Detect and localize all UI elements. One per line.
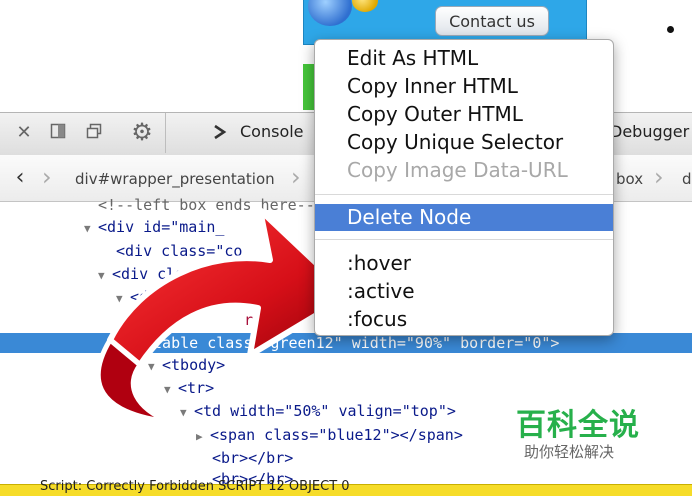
menu-item-active[interactable]: :active <box>347 279 415 303</box>
menu-separator <box>315 239 613 240</box>
tree-line-text: <br></br> <box>212 449 294 467</box>
tree-line[interactable]: <br></br> <box>212 449 293 467</box>
dock-side-icon[interactable] <box>48 121 68 141</box>
menu-item-delete-node[interactable]: Delete Node <box>347 205 471 229</box>
expand-icon[interactable]: ▶ <box>196 430 210 443</box>
status-bar: Script: Correctly Forbidden SCRIPT 12 OB… <box>0 479 692 496</box>
menu-item-hover[interactable]: :hover <box>347 251 411 275</box>
toolbar-divider <box>165 113 166 153</box>
tab-console[interactable]: Console <box>240 122 304 142</box>
close-icon[interactable]: ✕ <box>12 120 36 144</box>
breadcrumb-item[interactable]: box <box>616 170 643 188</box>
arrow-graphic <box>95 207 353 425</box>
settings-icon[interactable]: ⚙ <box>128 118 156 146</box>
chevron-right-icon: › <box>291 163 301 191</box>
menu-item-copy-outer-html[interactable]: Copy Outer HTML <box>347 102 523 126</box>
menu-item-focus[interactable]: :focus <box>347 307 407 331</box>
bullet-dot <box>667 26 674 33</box>
chevron-right-icon: › <box>654 163 664 191</box>
menu-item-copy-inner-html[interactable]: Copy Inner HTML <box>347 74 518 98</box>
contact-us-button[interactable]: Contact us <box>435 6 549 36</box>
breadcrumb-item[interactable]: d <box>682 170 692 188</box>
dock-window-icon[interactable] <box>84 121 104 141</box>
watermark-subtitle: 助你轻松解决 <box>524 443 615 461</box>
menu-item-edit-as-html[interactable]: Edit As HTML <box>347 46 478 70</box>
console-icon <box>210 122 230 142</box>
tab-debugger[interactable]: Debugger <box>610 122 689 142</box>
menu-separator <box>315 194 613 195</box>
chevron-right-icon: › <box>42 163 52 191</box>
menu-item-copy-unique-selector[interactable]: Copy Unique Selector <box>347 130 563 154</box>
watermark-title: 百科全说 <box>516 408 640 443</box>
chevron-left-icon[interactable]: ‹ <box>10 165 30 190</box>
status-text: Script: Correctly Forbidden SCRIPT 12 OB… <box>40 479 350 494</box>
context-menu: Edit As HTML Copy Inner HTML Copy Outer … <box>314 39 614 336</box>
menu-item-copy-image-data-url: Copy Image Data-URL <box>347 158 568 182</box>
breadcrumb-item[interactable]: div#wrapper_presentation <box>75 170 275 188</box>
